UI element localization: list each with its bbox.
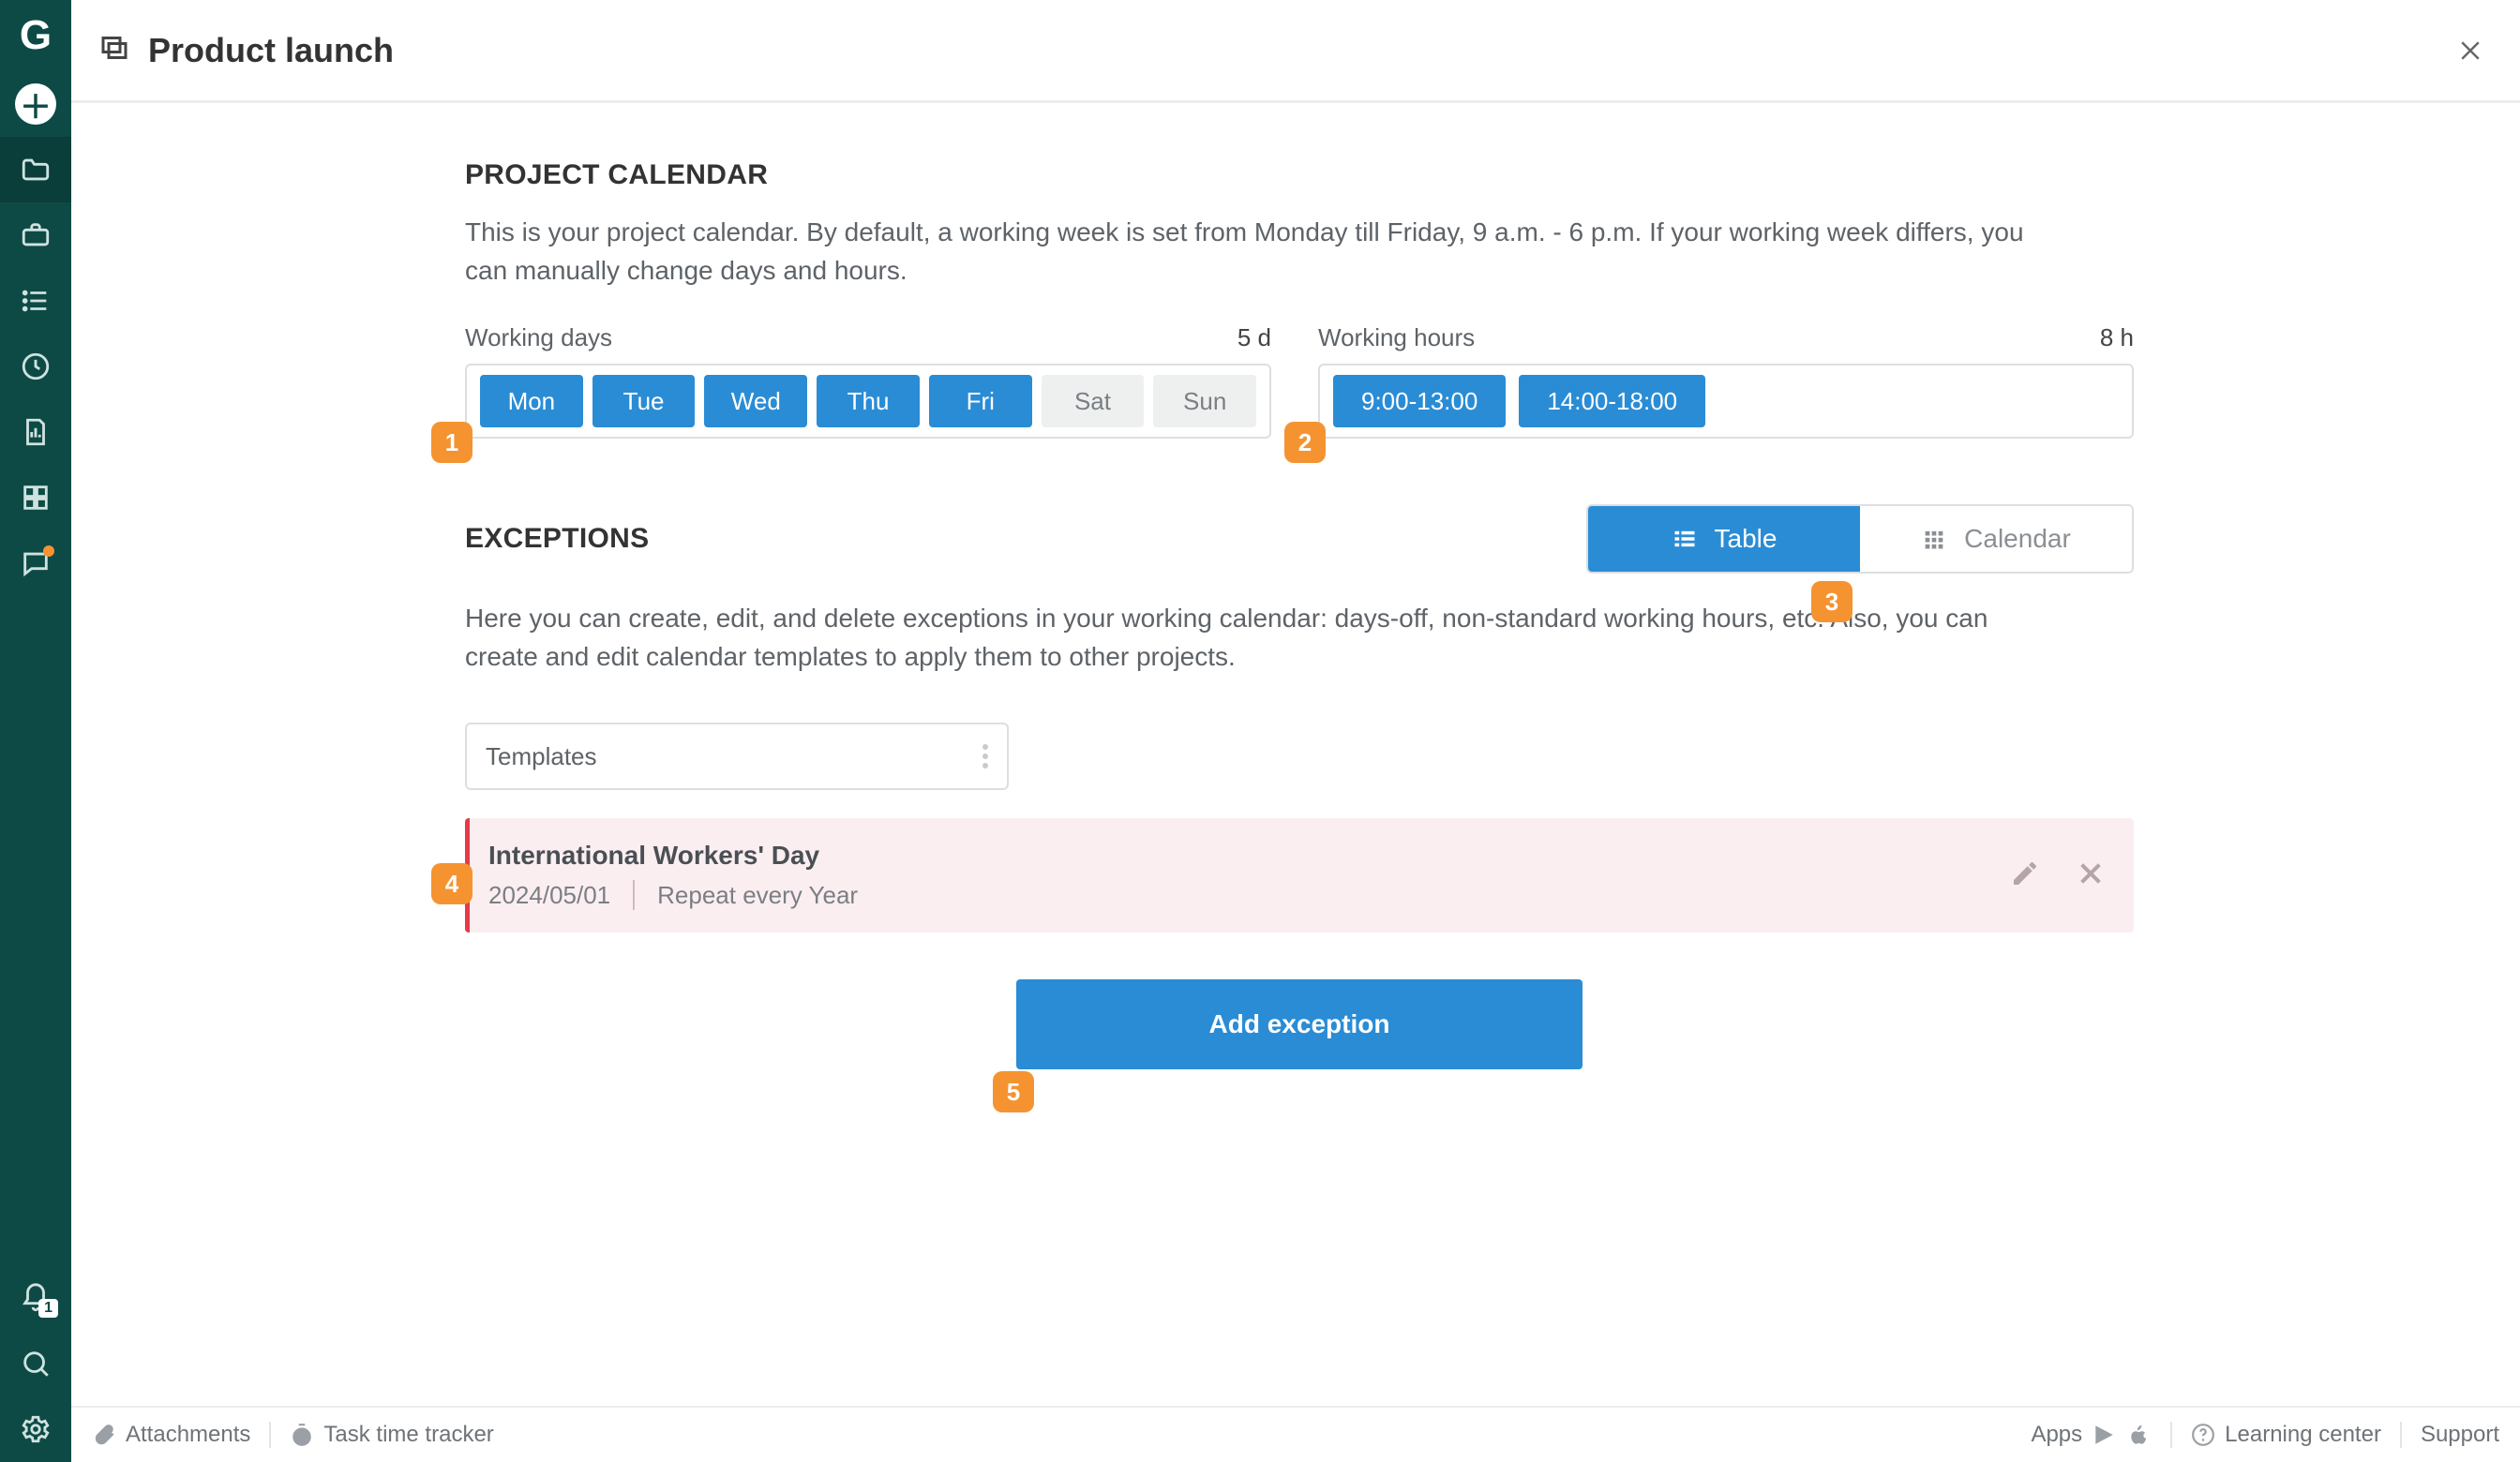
exception-item[interactable]: International Workers' Day 2024/05/01 Re… xyxy=(465,818,2134,932)
grid-icon xyxy=(20,482,52,514)
exception-edit-button[interactable] xyxy=(2010,858,2040,893)
working-days-selector: Mon Tue Wed Thu Fri Sat Sun xyxy=(465,364,1271,439)
day-toggle-sat[interactable]: Sat xyxy=(1042,375,1145,427)
notification-dot-icon xyxy=(43,545,54,557)
working-hours-selector[interactable]: 9:00-13:00 14:00-18:00 xyxy=(1318,364,2134,439)
sidebar-item-comments[interactable] xyxy=(0,530,71,596)
footer-bar: Attachments Task time tracker Apps Learn… xyxy=(71,1406,2520,1462)
help-icon xyxy=(2191,1423,2215,1447)
stopwatch-icon xyxy=(290,1423,314,1447)
exception-date: 2024/05/01 xyxy=(488,881,610,910)
content-area: PROJECT CALENDAR This is your project ca… xyxy=(71,103,2520,1406)
app-logo[interactable]: G xyxy=(0,0,71,71)
footer-learning-center[interactable]: Learning center xyxy=(2191,1422,2381,1448)
clock-icon xyxy=(20,351,52,382)
sidebar-item-settings[interactable] xyxy=(0,1396,71,1462)
notification-count-badge: 1 xyxy=(38,1299,58,1318)
add-exception-button[interactable]: Add exception xyxy=(1016,979,1582,1069)
close-button[interactable] xyxy=(2447,27,2494,74)
footer-learning-center-label: Learning center xyxy=(2225,1422,2381,1448)
sidebar-item-dashboards[interactable] xyxy=(0,465,71,530)
sidebar: G ＋ 1 xyxy=(0,0,71,1462)
table-icon xyxy=(1672,526,1698,552)
hours-chip-1[interactable]: 9:00-13:00 xyxy=(1333,375,1506,427)
sidebar-item-portfolios[interactable] xyxy=(0,202,71,268)
footer-attachments-label: Attachments xyxy=(126,1422,250,1448)
view-toggle-calendar-label: Calendar xyxy=(1964,524,2071,554)
sidebar-item-tasks[interactable] xyxy=(0,268,71,334)
play-store-icon xyxy=(2092,1423,2116,1447)
calendar-description: This is your project calendar. By defaul… xyxy=(465,214,2059,290)
templates-dropdown-label: Templates xyxy=(486,742,982,771)
app-root: G ＋ 1 xyxy=(0,0,2520,1462)
annotation-marker-5: 5 xyxy=(993,1071,1034,1112)
day-toggle-fri[interactable]: Fri xyxy=(929,375,1032,427)
annotation-marker-3: 3 xyxy=(1811,581,1852,622)
day-toggle-wed[interactable]: Wed xyxy=(704,375,807,427)
report-icon xyxy=(20,416,52,448)
templates-dropdown[interactable]: Templates xyxy=(465,723,1009,790)
divider xyxy=(633,880,635,910)
pencil-icon xyxy=(2010,858,2040,888)
kebab-icon xyxy=(982,744,988,768)
day-toggle-tue[interactable]: Tue xyxy=(592,375,696,427)
header-bar: Product launch xyxy=(71,0,2520,103)
exception-delete-button[interactable] xyxy=(2076,858,2106,893)
page-title: Product launch xyxy=(148,31,394,70)
footer-apps-label: Apps xyxy=(2031,1422,2082,1448)
sidebar-item-projects[interactable] xyxy=(0,137,71,202)
apple-icon xyxy=(2127,1423,2152,1447)
view-toggle-table[interactable]: Table xyxy=(1588,506,1860,572)
divider xyxy=(2400,1422,2402,1448)
footer-time-tracker-label: Task time tracker xyxy=(323,1422,493,1448)
annotation-marker-2: 2 xyxy=(1284,422,1326,463)
annotation-marker-1: 1 xyxy=(431,422,472,463)
calendar-grid-icon xyxy=(1921,526,1947,552)
view-toggle-table-label: Table xyxy=(1715,524,1778,554)
exceptions-view-switch: Table Calendar xyxy=(1586,504,2134,574)
divider xyxy=(269,1422,271,1448)
exceptions-section-title: EXCEPTIONS xyxy=(465,523,1586,555)
footer-time-tracker[interactable]: Task time tracker xyxy=(290,1422,493,1448)
plus-icon: ＋ xyxy=(15,83,56,125)
list-icon xyxy=(20,285,52,317)
paperclip-icon xyxy=(92,1423,116,1447)
sidebar-add-button[interactable]: ＋ xyxy=(0,71,71,137)
working-days-block: Working days 5 d Mon Tue Wed Thu Fri Sat… xyxy=(465,323,1271,439)
working-hours-block: Working hours 8 h 9:00-13:00 14:00-18:00… xyxy=(1318,323,2134,439)
sidebar-item-notifications[interactable]: 1 xyxy=(0,1265,71,1331)
view-toggle-calendar[interactable]: Calendar xyxy=(1860,506,2132,572)
calendar-section-title: PROJECT CALENDAR xyxy=(465,159,2134,191)
footer-attachments[interactable]: Attachments xyxy=(92,1422,250,1448)
sidebar-item-reports[interactable] xyxy=(0,399,71,465)
close-icon xyxy=(2076,858,2106,888)
day-toggle-thu[interactable]: Thu xyxy=(817,375,920,427)
gear-icon xyxy=(20,1413,52,1445)
sidebar-item-time[interactable] xyxy=(0,334,71,399)
footer-support-label: Support xyxy=(2421,1422,2499,1448)
day-toggle-sun[interactable]: Sun xyxy=(1153,375,1256,427)
working-hours-summary: 8 h xyxy=(2100,323,2134,352)
sidebar-item-search[interactable] xyxy=(0,1331,71,1396)
exception-repeat: Repeat every Year xyxy=(657,881,858,910)
briefcase-icon xyxy=(20,219,52,251)
footer-support[interactable]: Support xyxy=(2421,1422,2499,1448)
working-days-summary: 5 d xyxy=(1238,323,1271,352)
annotation-marker-4: 4 xyxy=(431,863,472,904)
main-column: Product launch PROJECT CALENDAR This is … xyxy=(71,0,2520,1462)
working-hours-label: Working hours xyxy=(1318,323,1475,352)
footer-apps[interactable]: Apps xyxy=(2031,1422,2152,1448)
close-icon xyxy=(2456,37,2484,65)
hours-chip-2[interactable]: 14:00-18:00 xyxy=(1519,375,1705,427)
working-days-label: Working days xyxy=(465,323,612,352)
divider xyxy=(2170,1422,2172,1448)
folder-icon xyxy=(20,154,52,186)
day-toggle-mon[interactable]: Mon xyxy=(480,375,583,427)
search-icon xyxy=(20,1348,52,1380)
exception-title: International Workers' Day xyxy=(488,841,2010,871)
project-icon xyxy=(98,31,131,69)
